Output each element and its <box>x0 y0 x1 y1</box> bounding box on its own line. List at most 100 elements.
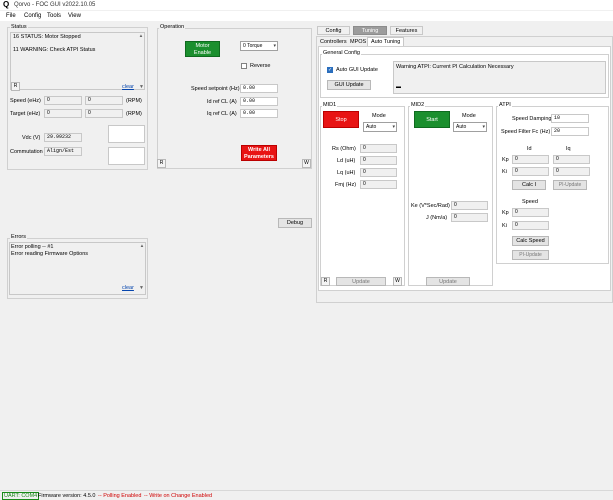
speed-ki-field: 0 <box>512 221 549 230</box>
status-reset-button[interactable]: R <box>11 82 20 91</box>
speed-setpoint-label: Speed setpoint (Hz) <box>191 86 240 92</box>
error-message: Error reading Firmware Options <box>11 251 89 257</box>
iq-kp-field: 0 <box>553 155 590 164</box>
mid1-update-button[interactable]: Update <box>336 277 386 286</box>
rs-label: Rs (Ohm) <box>332 146 356 152</box>
speed-kp-label: Kp <box>502 210 509 216</box>
vdc-field: 29.99232 <box>44 133 82 142</box>
auto-gui-update-checkbox[interactable] <box>327 67 333 73</box>
subtab-auto-tuning[interactable]: Auto Tuning <box>367 37 405 46</box>
error-message: Error polling -- #1 <box>11 244 54 250</box>
mid1-write-button[interactable]: W <box>393 277 402 286</box>
ld-label: Ld (uH) <box>337 158 356 164</box>
menu-bar: File Config Tools View <box>0 11 613 21</box>
pi-update-i-button[interactable]: PI-Update <box>553 180 587 190</box>
id-kp-field: 0 <box>512 155 549 164</box>
chevron-down-icon: ▾ <box>273 43 276 49</box>
chevron-down-icon: ▾ <box>482 124 485 130</box>
fmj-field: 0 <box>360 180 397 189</box>
menu-view[interactable]: View <box>68 13 81 19</box>
speed-label: Speed (eHz) <box>10 98 41 104</box>
chevron-down-icon[interactable]: ▼ <box>139 285 144 291</box>
target-label: Target (eHz) <box>10 111 41 117</box>
firmware-version: Firmware version: 4.5.0 <box>38 493 96 499</box>
speed-rpm-field: 0 <box>85 96 123 105</box>
iq-ref-input[interactable]: 0.00 <box>240 109 278 118</box>
start-button[interactable]: Start <box>414 111 450 128</box>
torque-select[interactable]: 0 Torque ▾ <box>240 41 278 51</box>
status-bar: UART: COM4 Firmware version: 4.5.0 -- Po… <box>0 490 613 500</box>
general-config-label: General Config <box>322 50 361 56</box>
mid1-mode-label: Mode <box>372 113 386 119</box>
speed-ki-label: Ki <box>502 223 507 229</box>
write-all-parameters-button[interactable]: Write All Parameters <box>241 145 277 161</box>
stop-button[interactable]: Stop <box>323 111 359 128</box>
app-logo: Q <box>3 0 10 9</box>
operation-write-button[interactable]: W <box>302 159 311 168</box>
warning-ellipsis-icon: ▬ <box>396 84 401 90</box>
speed-filter-label: Speed Filter Fc (Hz) <box>501 129 551 135</box>
status-log[interactable]: 16 STATUS: Motor Stopped 11 WARNING: Che… <box>10 32 145 90</box>
tab-config[interactable]: Config <box>317 26 350 35</box>
debug-button[interactable]: Debug <box>278 218 312 228</box>
id-ref-label: Id ref CL (A) <box>207 99 237 105</box>
speed-damping-label: Speed Damping <box>512 116 552 122</box>
menu-config[interactable]: Config <box>24 13 41 19</box>
errors-label: Errors <box>10 234 27 240</box>
pi-update-speed-button[interactable]: PI-Update <box>512 250 549 260</box>
motor-enable-button[interactable]: Motor Enable <box>185 41 220 57</box>
commutation-field: Align/Est <box>44 147 82 156</box>
reverse-label: Reverse <box>250 63 271 69</box>
calc-speed-button[interactable]: Calc Speed <box>512 236 549 246</box>
speed-kp-field: 0 <box>512 208 549 217</box>
vdc-label: Vdc (V) <box>22 135 41 141</box>
reverse-checkbox[interactable] <box>241 63 247 69</box>
status-clear-link[interactable]: clear <box>122 84 134 90</box>
errors-clear-link[interactable]: clear <box>122 285 134 291</box>
target-rpm-field: 0 <box>85 109 123 118</box>
auto-gui-update-label: Auto GUI Update <box>336 67 378 73</box>
mid1-read-button[interactable]: R <box>321 277 330 286</box>
status-label: Status <box>10 24 28 30</box>
status-scrollbar[interactable]: ▲ <box>138 33 144 89</box>
mid2-mode-label: Mode <box>462 113 476 119</box>
ke-label: Ke (V*Sec/Rad) <box>411 203 450 209</box>
speed-filter-input[interactable]: 20 <box>551 127 589 136</box>
menu-file[interactable]: File <box>6 13 16 19</box>
commutation-label: Commutation <box>10 149 43 155</box>
speed-damping-input[interactable]: 10 <box>551 114 589 123</box>
id-ki-field: 0 <box>512 167 549 176</box>
atpi-label: ATPI <box>498 102 512 108</box>
mid1-label: MID1 <box>322 102 338 108</box>
ld-field: 0 <box>360 156 397 165</box>
chevron-down-icon[interactable]: ▼ <box>139 84 144 90</box>
mid1-mode-select[interactable]: Auto ▾ <box>363 122 397 132</box>
menu-tools[interactable]: Tools <box>47 13 61 19</box>
mid2-update-button[interactable]: Update <box>426 277 470 286</box>
warning-text: Warning ATPI: Current PI Calculation Nec… <box>396 64 514 70</box>
tab-tuning[interactable]: Tuning <box>353 26 387 35</box>
id-ki-label: Ki <box>502 169 507 175</box>
ke-field: 0 <box>451 201 488 210</box>
mid2-mode-select[interactable]: Auto ▾ <box>453 122 487 132</box>
tab-features[interactable]: Features <box>390 26 423 35</box>
lq-field: 0 <box>360 168 397 177</box>
warning-box: Warning ATPI: Current PI Calculation Nec… <box>393 61 606 94</box>
operation-read-button[interactable]: R <box>157 159 166 168</box>
j-field: 0 <box>451 213 488 222</box>
gui-update-button[interactable]: GUI Update <box>327 80 371 90</box>
vdc-indicator <box>108 125 145 143</box>
target-unit: (RPM) <box>126 111 142 117</box>
fmj-label: Fmj (Hz) <box>335 182 357 188</box>
uart-status: UART: COM4 <box>2 492 40 500</box>
calc-i-button[interactable]: Calc I <box>512 180 546 190</box>
id-heading: Id <box>527 146 532 152</box>
speed-unit: (RPM) <box>126 98 142 104</box>
lq-label: Lq (uH) <box>337 170 356 176</box>
rs-field: 0 <box>360 144 397 153</box>
speed-heading: Speed <box>522 199 538 205</box>
id-ref-input[interactable]: 0.00 <box>240 97 278 106</box>
iq-ki-field: 0 <box>553 167 590 176</box>
speed-setpoint-input[interactable]: 0.00 <box>240 84 278 93</box>
title-bar: Q Qorvo - FOC GUI v2022.10.05 <box>0 0 613 10</box>
